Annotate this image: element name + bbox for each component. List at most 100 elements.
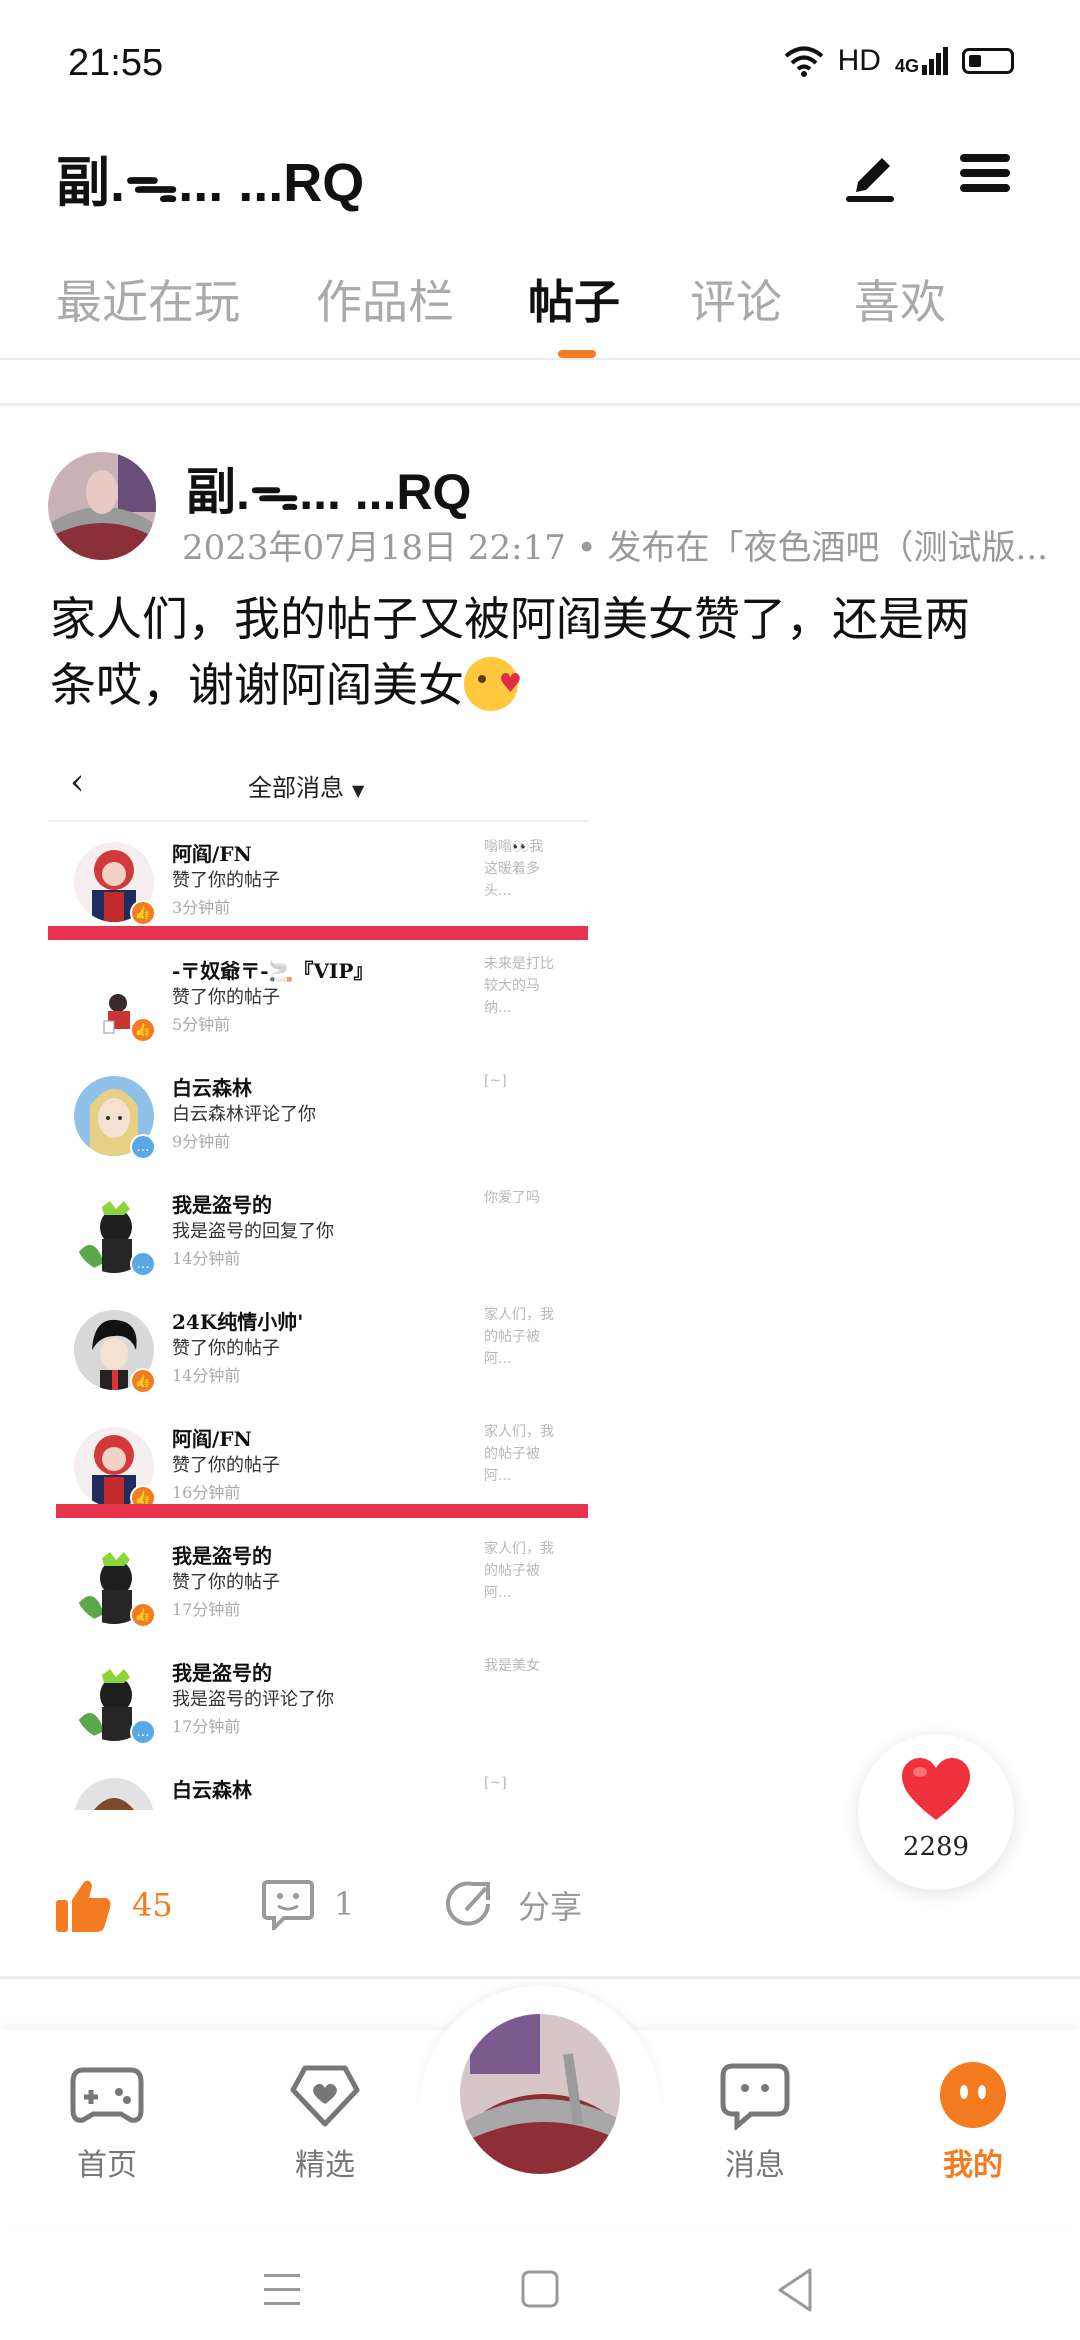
section-divider [0,362,1080,406]
nav-home[interactable]: 首页 [42,2060,172,2184]
message-name: 阿阎/FN [172,842,252,866]
message-preview: [~] [484,1775,507,1791]
comment-button[interactable]: 1 [262,1878,354,1930]
post-meta: 2023年07月18日 22:17 • 发布在「夜色酒吧（测试版... [182,528,1048,568]
signal-icon: 4G [895,47,948,75]
pencil-icon [846,158,894,202]
edit-button[interactable] [836,138,906,208]
menu-lines-icon [264,2274,300,2305]
nav-label: 我的 [943,2148,1003,2183]
message-action: 赞了你的帖子 [172,1338,280,1359]
message-action: 赞了你的帖子 [172,870,280,891]
message-preview: 嗡嗡👀我这暖着多头... [484,839,544,899]
message-preview: [~] [484,1073,507,1089]
actions-divider [0,1976,1080,1979]
share-label: 分享 [518,1888,583,1926]
user-name: 副.ᯓ... ...RQ [56,153,365,213]
avatar [74,1778,154,1810]
message-time: 3分钟前 [172,898,231,917]
like-button[interactable]: 45 [56,1878,173,1932]
message-row: 👍 我是盗号的 赞了你的帖子 17分钟前 家人们，我的帖子被阿... [48,1526,588,1643]
like-count: 45 [132,1886,173,1924]
nav-label: 首页 [77,2148,137,2183]
menu-button[interactable] [950,138,1020,208]
nav-messages[interactable]: 消息 [690,2060,820,2184]
comment-badge-icon: … [130,1134,156,1160]
message-preview: 家人们，我的帖子被阿... [484,1424,554,1484]
message-time: 17分钟前 [172,1717,241,1736]
home-button[interactable] [510,2260,570,2320]
message-preview: 我是美女 [484,1658,540,1674]
message-row: 👍 24K纯情小帅' 赞了你的帖子 14分钟前 家人们，我的帖子被阿... [48,1292,588,1409]
message-action: 我是盗号的回复了你 [172,1221,334,1242]
share-button[interactable]: 分享 [444,1878,582,1932]
comment-badge-icon: … [130,1719,156,1745]
nav-featured[interactable]: 精选 [260,2060,390,2184]
tab-likes[interactable]: 喜欢 [854,266,946,332]
post-actions: 45 1 分享 [0,1850,1080,1960]
tab-posts[interactable]: 帖子 [528,266,620,332]
share-icon [446,1881,490,1926]
chat-icon [720,2063,790,2132]
comment-badge-icon: … [130,1251,156,1277]
nav-label: 消息 [725,2148,785,2183]
thumbs-up-icon [56,1880,111,1932]
caret-down-icon: ▼ [352,781,365,800]
profile-header: 副.ᯓ... ...RQ [0,120,1080,240]
recent-apps-button[interactable] [252,2260,312,2320]
message-preview: 未来是打比较大的马纳... [484,956,554,1016]
status-bar: 21:55 HD 4G [0,0,1080,130]
message-name: -〒奴爺〒-🚬『VIP』 [172,959,374,983]
nav-profile[interactable]: 我的 [908,2060,1038,2184]
message-time: 16分钟前 [172,1483,241,1502]
post-author-avatar[interactable] [48,452,156,560]
comment-icon [262,1880,314,1930]
message-action: 白云森林评论了你 [172,1104,316,1125]
message-name: 我是盗号的 [172,1661,272,1685]
tab-comments[interactable]: 评论 [690,266,782,332]
tab-works[interactable]: 作品栏 [316,266,454,332]
message-action: 赞了你的帖子 [172,1455,280,1476]
message-name: 我是盗号的 [172,1544,272,1568]
active-tab-indicator [558,350,596,358]
kiss-emoji-icon [464,651,522,717]
message-row: 白云森林 [~] [48,1760,588,1810]
hamburger-icon [960,154,1010,192]
message-action: 赞了你的帖子 [172,1572,280,1593]
post-image[interactable]: ‹ 全部消息 ▼ 👍 阿阎/FN 赞了你的帖子 3分钟前 嗡嗡👀我这暖着多头...… [48,740,588,1810]
status-icons: HD 4G [784,44,1014,78]
thumbs-up-badge-icon: 👍 [130,1368,156,1394]
thumbs-up-badge-icon: 👍 [130,1602,156,1628]
center-profile-avatar[interactable] [456,2010,624,2178]
image-title: 全部消息 ▼ [248,774,365,802]
gamepad-icon [70,2067,144,2123]
post-author-name[interactable]: 副.ᯓ... ...RQ [186,452,471,524]
profile-tabs: 最近在玩 作品栏 帖子 评论 喜欢 [0,250,1080,360]
battery-icon [962,48,1014,74]
image-header: ‹ 全部消息 ▼ [48,740,588,822]
message-row: … 我是盗号的 我是盗号的评论了你 17分钟前 我是美女 [48,1643,588,1760]
triangle-back-icon [778,2268,812,2312]
message-time: 5分钟前 [172,1015,231,1034]
message-preview: 你爱了吗 [484,1190,540,1206]
message-time: 17分钟前 [172,1600,241,1619]
message-action: 赞了你的帖子 [172,987,280,1008]
message-row: 👍 阿阎/FN 赞了你的帖子 3分钟前 嗡嗡👀我这暖着多头... [48,824,588,941]
message-row: … 白云森林 白云森林评论了你 9分钟前 [~] [48,1058,588,1175]
message-time: 14分钟前 [172,1366,241,1385]
post-body: 家人们，我的帖子又被阿阎美女赞了，还是两条哎，谢谢阿阎美女 [50,586,1010,718]
square-icon [521,2270,559,2308]
message-name: 我是盗号的 [172,1193,272,1217]
network-label: HD [837,44,881,77]
wifi-icon [784,46,823,77]
back-button[interactable] [766,2260,826,2320]
message-name: 阿阎/FN [172,1427,252,1451]
heart-icon [902,1758,970,1820]
thumbs-up-badge-icon: 👍 [130,1017,156,1043]
heart-diamond-icon [290,2065,360,2127]
tab-recent[interactable]: 最近在玩 [56,266,240,332]
red-highlight-line [48,926,588,940]
message-time: 9分钟前 [172,1132,231,1151]
message-action: 我是盗号的评论了你 [172,1689,334,1710]
profile-face-icon [940,2062,1006,2128]
